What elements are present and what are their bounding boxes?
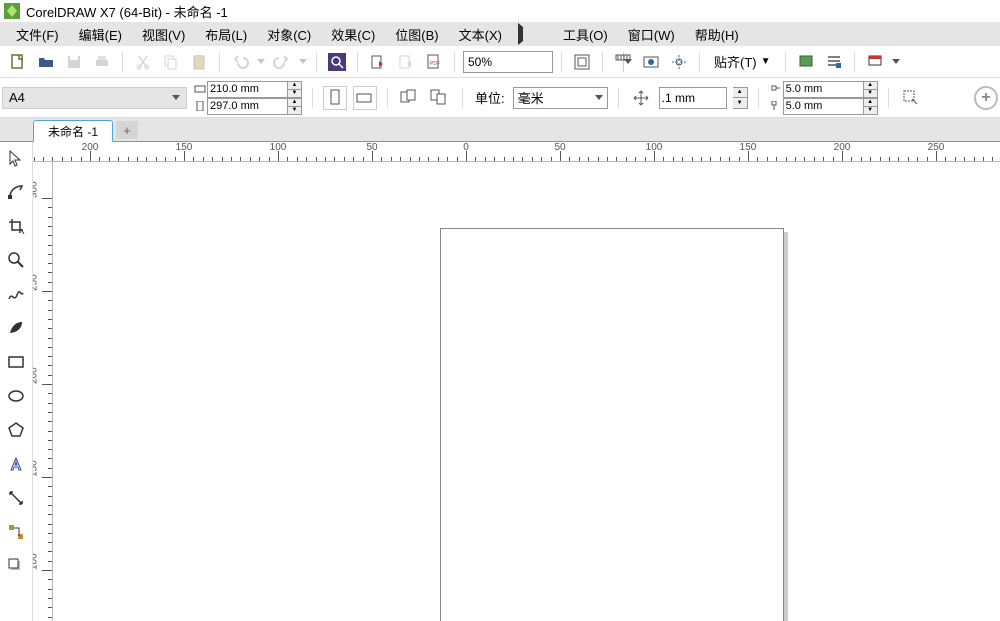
paper-size-combo[interactable]: A4	[2, 87, 187, 109]
ruler-vertical[interactable]: 30025020015010050	[33, 162, 53, 621]
shape-tool[interactable]	[2, 178, 30, 206]
show-guidelines-button[interactable]	[667, 50, 691, 74]
document-tabs: 未命名 -1 +	[0, 118, 1000, 142]
new-button[interactable]	[6, 50, 30, 74]
add-tab-button[interactable]: +	[116, 121, 138, 139]
crop-tool[interactable]	[2, 212, 30, 240]
portrait-button[interactable]	[323, 86, 347, 110]
menu-effects[interactable]: 效果(C)	[321, 23, 385, 46]
nudge-icon	[629, 86, 653, 110]
ruler-horizontal[interactable]: 25020015010050050100150200250300350	[33, 142, 1000, 162]
canvas[interactable]	[53, 162, 1000, 621]
duplicate-distance: ▲▼ ▲▼	[769, 81, 878, 115]
landscape-button[interactable]	[353, 86, 377, 110]
menu-tools[interactable]: 工具(O)	[553, 23, 618, 46]
app-logo-icon	[4, 3, 20, 19]
page-width-input[interactable]	[207, 81, 287, 98]
dup-x-icon	[769, 84, 783, 94]
menu-view[interactable]: 视图(V)	[132, 23, 195, 46]
text-tool[interactable]	[2, 450, 30, 478]
zoom-tool[interactable]	[2, 246, 30, 274]
zoom-input[interactable]	[464, 55, 623, 69]
chevron-down-icon	[172, 95, 180, 100]
cut-button[interactable]	[131, 50, 155, 74]
doc-tab-1[interactable]: 未命名 -1	[33, 120, 113, 142]
export-button[interactable]	[394, 50, 418, 74]
units-value: 毫米	[518, 88, 544, 107]
units-label: 单位:	[473, 88, 507, 107]
page-dimensions: ▲▼ ▲▼	[193, 81, 302, 115]
snap-label: 贴齐(T)	[714, 52, 757, 71]
units-combo[interactable]: 毫米	[513, 87, 608, 109]
undo-dropdown[interactable]	[256, 59, 266, 64]
page-height-spinner[interactable]: ▲▼	[287, 98, 302, 115]
treat-as-filled-button[interactable]	[899, 86, 923, 110]
page[interactable]	[440, 228, 784, 621]
width-icon	[193, 84, 207, 94]
welcome-screen-button[interactable]	[863, 50, 887, 74]
menu-edit[interactable]: 编辑(E)	[69, 23, 132, 46]
menu-overflow[interactable]	[512, 27, 529, 41]
connector-tool[interactable]	[2, 518, 30, 546]
titlebar: CorelDRAW X7 (64-Bit) - 未命名 -1	[0, 0, 1000, 22]
drop-shadow-tool[interactable]	[2, 552, 30, 580]
add-propbar-button[interactable]: +	[974, 86, 998, 110]
chevron-down-icon	[595, 95, 603, 100]
ellipse-tool[interactable]	[2, 382, 30, 410]
snap-to-dropdown[interactable]: 贴齐(T) ▼	[708, 51, 777, 73]
options-button[interactable]	[794, 50, 818, 74]
artistic-media-tool[interactable]	[2, 314, 30, 342]
publish-pdf-button[interactable]: PDF	[422, 50, 446, 74]
property-bar: A4 ▲▼ ▲▼ 单位: 毫米 ▲▼ ▲▼	[0, 78, 1000, 118]
show-grid-button[interactable]	[639, 50, 663, 74]
pick-tool[interactable]	[2, 144, 30, 172]
current-page-button[interactable]	[428, 86, 452, 110]
rectangle-tool[interactable]	[2, 348, 30, 376]
undo-button[interactable]	[228, 50, 252, 74]
paper-size-value: A4	[9, 90, 25, 105]
freehand-tool[interactable]	[2, 280, 30, 308]
dimension-tool[interactable]	[2, 484, 30, 512]
app-title: CorelDRAW X7 (64-Bit) - 未命名 -1	[26, 2, 228, 21]
menubar: 文件(F) 编辑(E) 视图(V) 布局(L) 对象(C) 效果(C) 位图(B…	[0, 22, 1000, 46]
menu-object[interactable]: 对象(C)	[257, 23, 321, 46]
copy-button[interactable]	[159, 50, 183, 74]
dup-y-icon	[769, 101, 783, 111]
save-button[interactable]	[62, 50, 86, 74]
app-launcher-button[interactable]	[822, 50, 846, 74]
import-button[interactable]	[366, 50, 390, 74]
menu-bitmaps[interactable]: 位图(B)	[385, 23, 448, 46]
nudge-distance-input[interactable]	[659, 87, 727, 109]
paste-button[interactable]	[187, 50, 211, 74]
menu-window[interactable]: 窗口(W)	[618, 23, 685, 46]
all-pages-button[interactable]	[398, 86, 422, 110]
search-content-button[interactable]	[325, 50, 349, 74]
redo-button[interactable]	[270, 50, 294, 74]
menu-layout[interactable]: 布局(L)	[195, 23, 257, 46]
redo-dropdown[interactable]	[298, 59, 308, 64]
show-rulers-button[interactable]	[611, 50, 635, 74]
dup-x-spinner[interactable]: ▲▼	[863, 81, 878, 98]
page-height-input[interactable]	[207, 98, 287, 115]
zoom-combo[interactable]	[463, 51, 553, 73]
print-button[interactable]	[90, 50, 114, 74]
welcome-dropdown[interactable]	[891, 59, 901, 64]
polygon-tool[interactable]	[2, 416, 30, 444]
menu-file[interactable]: 文件(F)	[6, 23, 69, 46]
dup-y-spinner[interactable]: ▲▼	[863, 98, 878, 115]
nudge-spinner[interactable]: ▲▼	[733, 87, 748, 109]
height-icon	[193, 101, 207, 111]
doc-tab-label: 未命名 -1	[48, 123, 98, 140]
page-width-spinner[interactable]: ▲▼	[287, 81, 302, 98]
fullscreen-preview-button[interactable]	[570, 50, 594, 74]
standard-toolbar: PDF 贴齐(T) ▼	[0, 46, 1000, 78]
open-button[interactable]	[34, 50, 58, 74]
menu-help[interactable]: 帮助(H)	[685, 23, 749, 46]
dup-y-input[interactable]	[783, 98, 863, 115]
svg-text:PDF: PDF	[430, 61, 440, 67]
toolbox	[0, 142, 33, 621]
dup-x-input[interactable]	[783, 81, 863, 98]
menu-text[interactable]: 文本(X)	[449, 23, 512, 46]
